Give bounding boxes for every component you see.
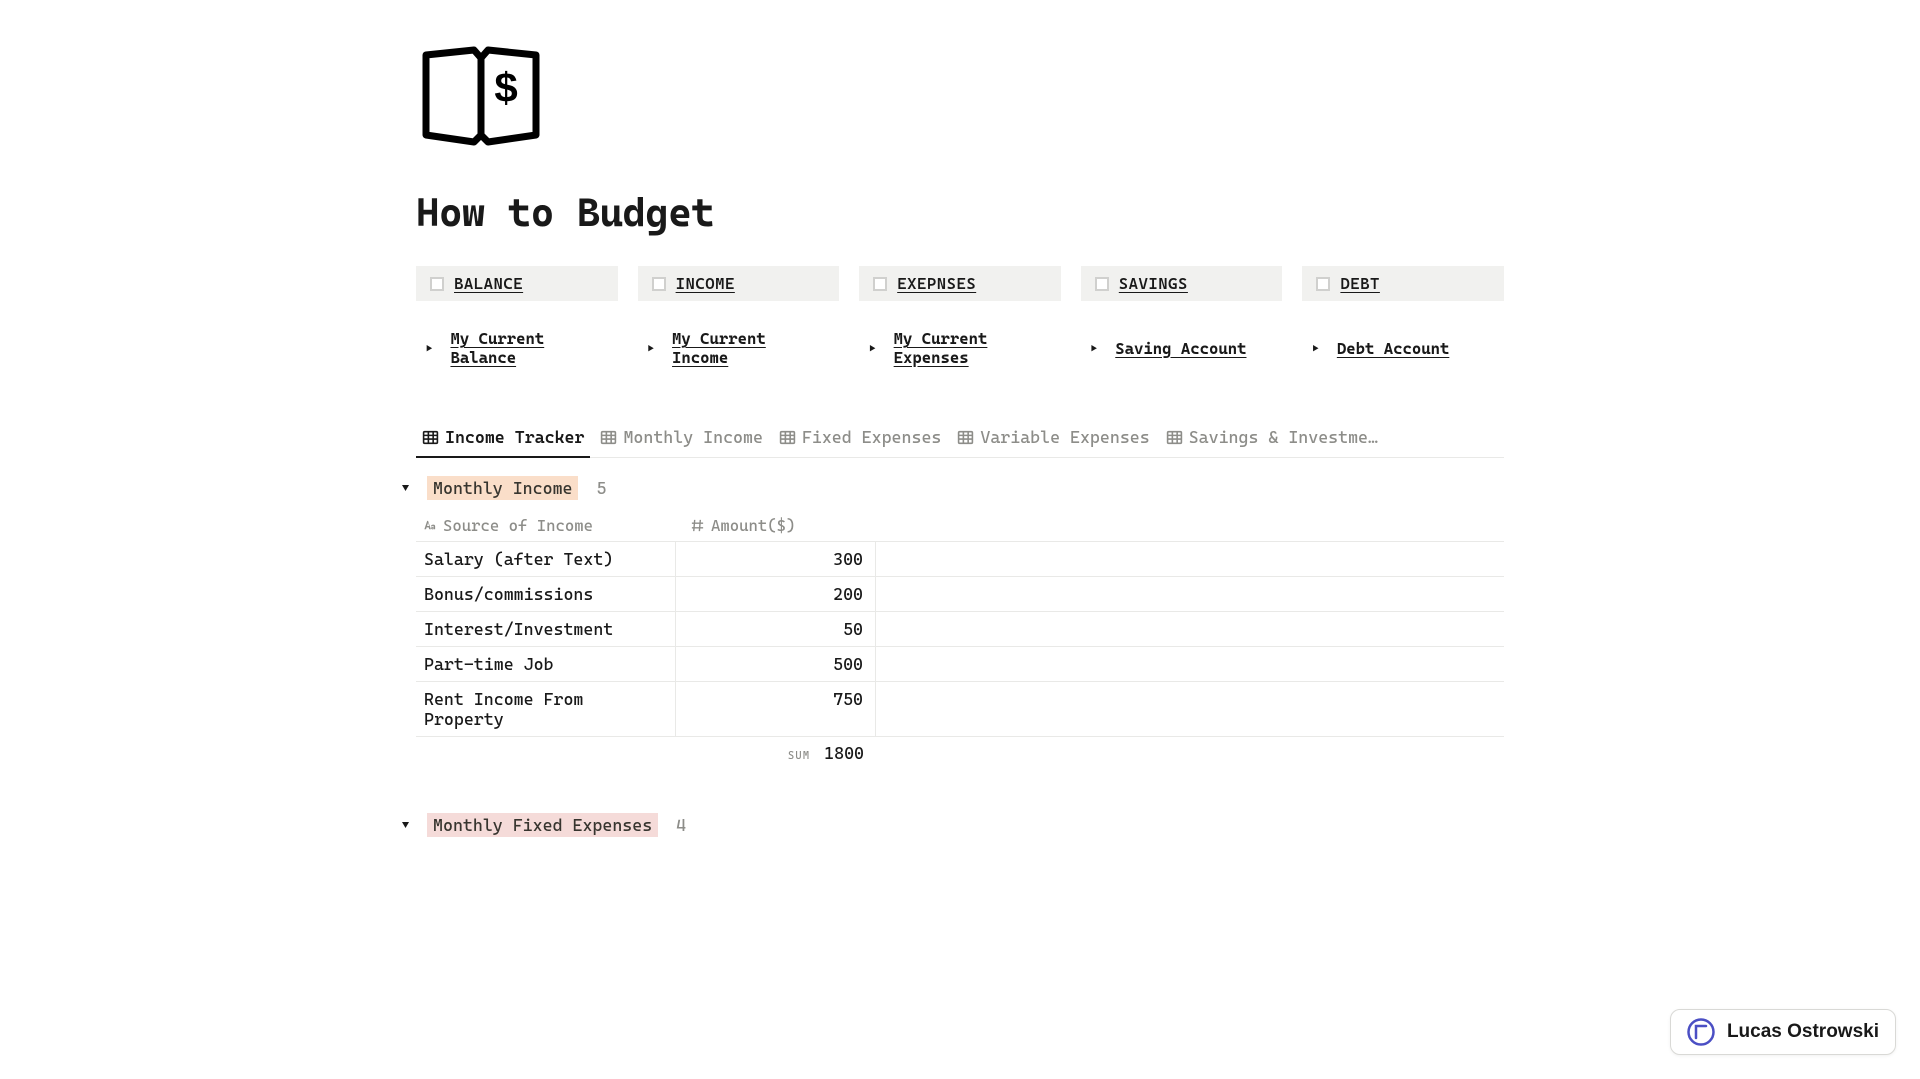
tab-label: Variable Expenses <box>980 427 1149 447</box>
user-badge[interactable]: Lucas Ostrowski <box>1670 1009 1896 1055</box>
triangle-right-icon: ▶ <box>648 342 654 355</box>
tab-label: Income Tracker <box>445 427 584 447</box>
sum-label: SUM <box>788 749 810 762</box>
column-label: Source of Income <box>443 516 593 535</box>
text-type-icon <box>422 518 437 533</box>
tab-label: Monthly Income <box>623 427 762 447</box>
group-badge: Monthly Income <box>427 476 578 500</box>
cell-source[interactable]: Rent Income From Property <box>416 682 676 736</box>
sum-value: 1800 <box>824 743 864 763</box>
toggle-current-expenses[interactable]: ▶ My Current Expenses <box>859 325 1061 371</box>
table-row[interactable]: Part-time Job 500 <box>416 647 1504 682</box>
group-badge: Monthly Fixed Expenses <box>427 813 658 837</box>
category-label: INCOME <box>676 274 735 293</box>
group-header-fixed-expenses[interactable]: ▼ Monthly Fixed Expenses 4 <box>416 813 1504 837</box>
cell-source[interactable]: Part-time Job <box>416 647 676 681</box>
toggle-debt-account[interactable]: ▶ Debt Account <box>1302 325 1504 371</box>
cell-empty <box>876 612 1504 646</box>
income-table: Source of Income Amount($) Salary (after… <box>416 510 1504 783</box>
table-row[interactable]: Rent Income From Property 750 <box>416 682 1504 737</box>
group-count: 5 <box>596 478 606 498</box>
cell-source[interactable]: Bonus/commissions <box>416 577 676 611</box>
category-label: EXEPNSES <box>897 274 976 293</box>
triangle-down-icon[interactable]: ▼ <box>402 481 409 495</box>
triangle-down-icon[interactable]: ▼ <box>402 818 409 832</box>
column-header-source[interactable]: Source of Income <box>416 516 676 535</box>
toggle-label: Saving Account <box>1115 339 1246 358</box>
column-label: Amount($) <box>711 516 795 535</box>
triangle-right-icon: ▶ <box>1091 342 1097 355</box>
cell-source[interactable]: Salary (after Text) <box>416 542 676 576</box>
page-placeholder-icon <box>1316 277 1330 291</box>
table-row[interactable]: Interest/Investment 50 <box>416 612 1504 647</box>
triangle-right-icon: ▶ <box>1312 342 1318 355</box>
table-icon <box>600 429 617 446</box>
tab-variable-expenses[interactable]: Variable Expenses <box>951 421 1155 457</box>
table-icon <box>422 429 439 446</box>
cell-amount[interactable]: 200 <box>676 577 876 611</box>
category-debt[interactable]: DEBT <box>1302 266 1504 301</box>
cell-empty <box>876 647 1504 681</box>
cell-amount[interactable]: 500 <box>676 647 876 681</box>
sum-cell[interactable]: SUM 1800 <box>416 743 876 763</box>
table-row[interactable]: Bonus/commissions 200 <box>416 577 1504 612</box>
group-count: 4 <box>676 815 686 835</box>
cell-source[interactable]: Interest/Investment <box>416 612 676 646</box>
column-header-amount[interactable]: Amount($) <box>676 516 876 535</box>
table-icon <box>1166 429 1183 446</box>
svg-text:$: $ <box>494 64 517 111</box>
cell-amount[interactable]: 750 <box>676 682 876 736</box>
group-header-monthly-income[interactable]: ▼ Monthly Income 5 <box>416 476 1504 500</box>
page-placeholder-icon <box>1095 277 1109 291</box>
tab-label: Savings & Investme… <box>1189 427 1378 447</box>
page-placeholder-icon <box>652 277 666 291</box>
toggle-current-income[interactable]: ▶ My Current Income <box>638 325 840 371</box>
table-icon <box>957 429 974 446</box>
tab-income-tracker[interactable]: Income Tracker <box>416 421 590 457</box>
table-row[interactable]: Salary (after Text) 300 <box>416 542 1504 577</box>
category-label: DEBT <box>1340 274 1380 293</box>
category-income[interactable]: INCOME <box>638 266 840 301</box>
category-balance[interactable]: BALANCE <box>416 266 618 301</box>
tab-savings-investments[interactable]: Savings & Investme… <box>1160 421 1384 457</box>
cell-amount[interactable]: 50 <box>676 612 876 646</box>
number-hash-icon <box>690 518 705 533</box>
page-placeholder-icon <box>430 277 444 291</box>
category-expenses[interactable]: EXEPNSES <box>859 266 1061 301</box>
cell-amount[interactable]: 300 <box>676 542 876 576</box>
page-placeholder-icon <box>873 277 887 291</box>
category-row: BALANCE INCOME EXEPNSES SAVINGS DEBT <box>416 266 1504 301</box>
toggle-label: My Current Income <box>672 329 829 367</box>
tab-label: Fixed Expenses <box>802 427 941 447</box>
database-tabs: Income Tracker Monthly Income Fixed Expe… <box>416 421 1504 458</box>
user-name: Lucas Ostrowski <box>1727 1021 1879 1043</box>
toggle-current-balance[interactable]: ▶ My Current Balance <box>416 325 618 371</box>
category-savings[interactable]: SAVINGS <box>1081 266 1283 301</box>
toggle-row: ▶ My Current Balance ▶ My Current Income… <box>416 325 1504 371</box>
page-book-dollar-icon[interactable]: $ <box>416 40 546 150</box>
toggle-saving-account[interactable]: ▶ Saving Account <box>1081 325 1283 371</box>
cell-empty <box>876 577 1504 611</box>
table-footer: SUM 1800 <box>416 737 1504 783</box>
page-title[interactable]: How to Budget <box>416 190 1504 236</box>
tab-fixed-expenses[interactable]: Fixed Expenses <box>773 421 947 457</box>
table-header: Source of Income Amount($) <box>416 510 1504 542</box>
triangle-right-icon: ▶ <box>426 342 432 355</box>
triangle-right-icon: ▶ <box>869 342 875 355</box>
tab-monthly-income[interactable]: Monthly Income <box>594 421 768 457</box>
category-label: BALANCE <box>454 274 523 293</box>
cell-empty <box>876 682 1504 736</box>
cell-empty <box>876 542 1504 576</box>
category-label: SAVINGS <box>1119 274 1188 293</box>
table-icon <box>779 429 796 446</box>
toggle-label: My Current Expenses <box>894 329 1051 367</box>
user-avatar-icon <box>1687 1018 1715 1046</box>
toggle-label: My Current Balance <box>450 329 607 367</box>
toggle-label: Debt Account <box>1337 339 1450 358</box>
